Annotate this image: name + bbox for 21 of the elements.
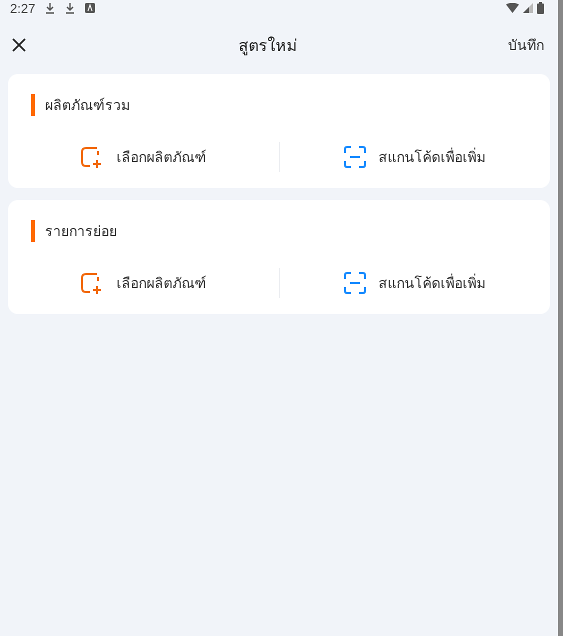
save-button[interactable]: บันทึก <box>508 34 544 56</box>
select-button[interactable]: เลือกผลิตภัณฑ์ <box>8 136 278 178</box>
accent-bar <box>31 220 35 242</box>
close-button[interactable] <box>10 36 28 54</box>
select-button[interactable]: เลือกผลิตภัณฑ์ <box>8 262 278 304</box>
accent-bar <box>31 94 35 116</box>
app-icon <box>85 3 96 13</box>
close-icon <box>12 38 26 52</box>
wifi-icon <box>506 3 519 13</box>
scan-button[interactable]: สแกนโค้ดเพื่อเพิ่ม <box>280 136 550 178</box>
scan-icon <box>344 146 366 168</box>
section-title: รายการย่อย <box>45 223 117 242</box>
download-icon <box>65 2 76 14</box>
scan-icon <box>344 272 366 294</box>
signal-icon <box>523 3 533 13</box>
page-title: สูตรใหม่ <box>238 34 298 58</box>
scan-button[interactable]: สแกนโค้ดเพื่อเพิ่ม <box>280 262 550 304</box>
download-icon <box>45 2 56 14</box>
section-title: ผลิตภัณฑ์รวม <box>45 96 130 116</box>
battery-icon <box>537 2 544 14</box>
status-time: 2:27 <box>10 0 36 16</box>
